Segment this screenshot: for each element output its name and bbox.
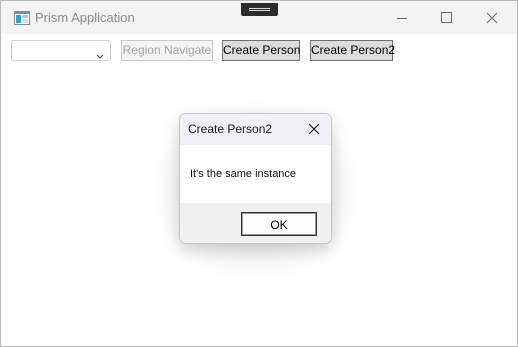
region-navigate-button[interactable]: Region Navigate bbox=[121, 40, 213, 61]
dialog-title: Create Person2 bbox=[188, 122, 273, 136]
create-person-button[interactable]: Create Person bbox=[222, 40, 300, 61]
close-icon bbox=[308, 123, 320, 135]
view-selector-combobox[interactable] bbox=[11, 40, 111, 61]
dialog-message: It's the same instance bbox=[190, 168, 297, 180]
maximize-button[interactable] bbox=[424, 1, 469, 34]
ok-button[interactable]: OK bbox=[241, 212, 317, 236]
close-icon bbox=[486, 12, 498, 24]
dialog-title-bar[interactable]: Create Person2 bbox=[180, 114, 331, 145]
app-window-icon bbox=[14, 11, 30, 25]
chevron-down-icon bbox=[96, 47, 104, 59]
window-title: Prism Application bbox=[35, 10, 135, 25]
minimize-button[interactable] bbox=[379, 1, 424, 34]
main-window: Prism Application Region Navigate Create… bbox=[0, 0, 518, 347]
minimize-icon bbox=[397, 18, 407, 19]
message-dialog: Create Person2 It's the same instance OK bbox=[179, 113, 332, 244]
dialog-close-button[interactable] bbox=[306, 121, 322, 137]
drag-handle[interactable] bbox=[241, 3, 278, 16]
title-bar[interactable]: Prism Application bbox=[1, 1, 517, 34]
close-button[interactable] bbox=[469, 1, 514, 34]
dialog-footer: OK bbox=[180, 203, 331, 243]
create-person2-button[interactable]: Create Person2 bbox=[310, 40, 395, 61]
maximize-icon bbox=[441, 12, 452, 23]
